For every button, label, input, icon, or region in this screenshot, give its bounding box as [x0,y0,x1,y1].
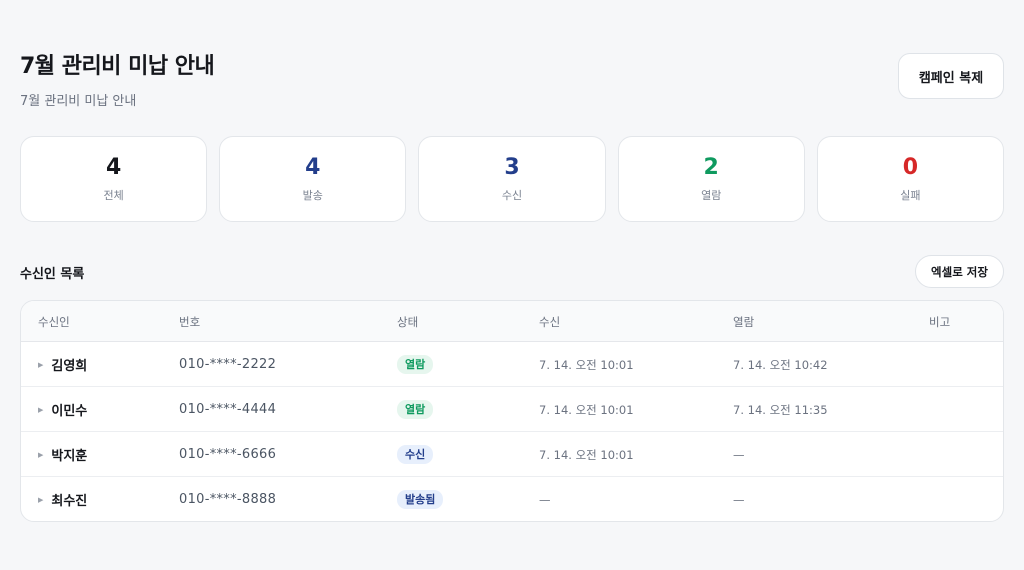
table-row[interactable]: ▶ 이민수 010-****-4444 열람 7. 14. 오전 10:01 7… [21,387,1003,432]
opened-time: — [733,492,745,507]
received-time: — [539,492,551,507]
table-header: 수신인 번호 상태 수신 열람 비고 [21,301,1003,342]
stat-label: 전체 [103,189,124,202]
stat-value: 4 [305,155,321,180]
phone-number: 010-****-4444 [179,402,277,417]
column-header-note[interactable]: 비고 [929,314,950,330]
phone-number: 010-****-2222 [179,357,277,372]
received-time: 7. 14. 오전 10:01 [539,357,634,372]
table-row[interactable]: ▶ 최수진 010-****-8888 발송됨 — — [21,477,1003,521]
stat-label: 열람 [701,189,722,202]
clone-campaign-button[interactable]: 캠페인 복제 [898,53,1004,99]
table-row[interactable]: ▶ 김영희 010-****-2222 열람 7. 14. 오전 10:01 7… [21,342,1003,387]
phone-number: 010-****-8888 [179,492,277,507]
stats-row: 4 전체 4 발송 3 수신 2 열람 0 실패 [20,136,1005,222]
status-badge: 열람 [397,355,434,374]
recipient-name-cell: ▶ 박지훈 [38,432,87,477]
stat-card-sent: 4 발송 [219,136,407,222]
recipients-table: 수신인 번호 상태 수신 열람 비고 ▶ 김영희 010-****-2222 열… [20,300,1004,522]
opened-time: 7. 14. 오전 11:35 [733,402,828,417]
column-header-status[interactable]: 상태 [397,314,418,330]
stat-card-failed: 0 실패 [816,136,1005,222]
caret-right-icon[interactable]: ▶ [38,361,43,369]
stat-value: 2 [703,155,719,180]
caret-right-icon[interactable]: ▶ [38,406,43,414]
stat-label: 발송 [302,189,323,202]
opened-time: — [733,447,745,462]
stat-value: 0 [902,155,919,180]
column-header-received[interactable]: 수신 [539,314,560,330]
received-time: 7. 14. 오전 10:01 [539,447,634,462]
page-header: 7월 관리비 미납 안내 7월 관리비 미납 안내 캠페인 복제 [20,48,1004,109]
recipient-name: 이민수 [51,404,88,419]
column-header-recipient[interactable]: 수신인 [38,314,70,330]
recipient-name-cell: ▶ 최수진 [38,477,88,521]
caret-right-icon[interactable]: ▶ [38,451,43,459]
status-cell: 열람 [397,387,434,432]
stat-label: 수신 [501,189,523,202]
recipients-section-header: 수신인 목록 엑셀로 저장 [20,255,1004,288]
column-header-opened[interactable]: 열람 [733,314,754,330]
recipient-name: 최수진 [51,494,88,509]
stat-value: 4 [105,155,122,180]
stat-card-total: 4 전체 [20,136,208,222]
page-subtitle: 7월 관리비 미납 안내 [20,94,137,109]
stat-card-opened: 2 열람 [617,136,805,222]
status-cell: 열람 [397,342,434,387]
section-title: 수신인 목록 [20,267,85,282]
status-badge: 수신 [397,445,434,464]
table-row[interactable]: ▶ 박지훈 010-****-6666 수신 7. 14. 오전 10:01 — [21,432,1003,477]
page-title: 7월 관리비 미납 안내 [20,54,215,79]
recipient-name: 김영희 [51,359,88,374]
recipient-name: 박지훈 [51,449,88,464]
received-time: 7. 14. 오전 10:01 [539,402,634,417]
phone-number: 010-****-6666 [179,447,277,462]
column-header-phone[interactable]: 번호 [179,314,200,330]
status-cell: 발송됨 [397,477,444,521]
status-badge: 발송됨 [397,490,444,509]
status-cell: 수신 [397,432,434,477]
recipient-name-cell: ▶ 이민수 [38,387,87,432]
export-excel-button[interactable]: 엑셀로 저장 [915,255,1004,288]
stat-label: 실패 [900,189,921,202]
recipient-name-cell: ▶ 김영희 [38,342,87,387]
opened-time: 7. 14. 오전 10:42 [733,357,828,372]
stat-card-received: 3 수신 [418,136,606,222]
caret-right-icon[interactable]: ▶ [38,496,43,504]
stat-value: 3 [504,155,520,180]
status-badge: 열람 [397,400,434,419]
